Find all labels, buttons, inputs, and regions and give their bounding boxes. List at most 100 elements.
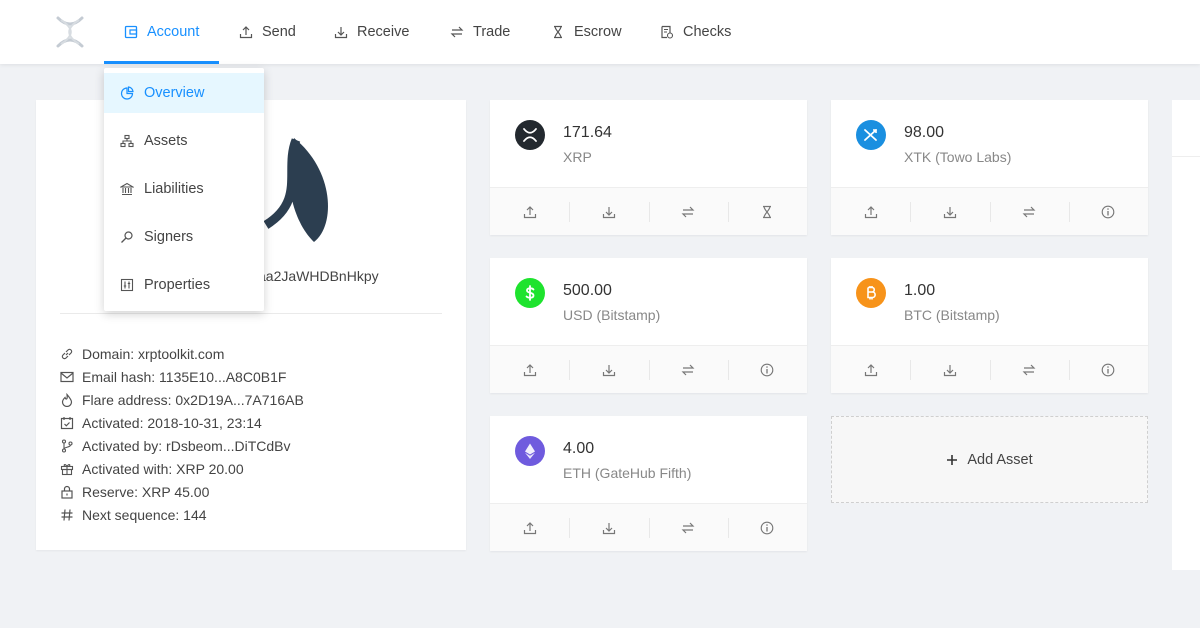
download-icon [943,206,956,218]
asset-amount: 4.00 [563,440,595,457]
receive-button[interactable] [569,504,648,551]
info-icon [1102,205,1115,218]
nav-receive-label: Receive [357,24,410,40]
asset-amount: 98.00 [904,124,945,141]
send-button[interactable] [490,504,569,551]
upload-icon [864,205,877,218]
receive-button[interactable] [910,188,989,235]
trade-button[interactable] [648,504,728,551]
add-asset-label: Add Asset [967,451,1033,468]
nav-checks[interactable]: Checks [660,0,731,64]
download-icon [943,364,956,376]
swap-icon [681,206,695,217]
upload-icon [523,205,536,218]
upload-icon [523,521,536,534]
plus-icon [947,454,958,465]
swap-icon [1022,206,1036,217]
branch-icon [61,438,73,453]
info-domain: Domain: xrptoolkit.com [60,342,304,365]
menu-item-properties-label: Properties [144,277,211,293]
info-email-hash: Email hash: 1135E10...A8C0B1F [60,365,304,388]
info-flare-address: Flare address: 0x2D19A...7A716AB [60,388,304,411]
info-icon [761,521,774,534]
menu-item-assets[interactable]: Assets [104,121,264,161]
asset-card-eth[interactable]: 4.00 ETH (GateHub Fifth) [490,416,807,551]
nav-checks-label: Checks [683,24,732,40]
escrow-button[interactable] [727,188,807,235]
mail-icon [60,371,74,382]
trade-button[interactable] [989,188,1069,235]
nav-trade-label: Trade [473,24,511,40]
asset-card-header: 98.00 XTK (Towo Labs) [831,100,1148,187]
send-button[interactable] [490,346,569,393]
send-button[interactable] [490,188,569,235]
info-icon [761,363,774,376]
receive-button[interactable] [910,346,989,393]
download-icon [602,206,615,218]
info-reserve: Reserve: XRP 45.00 [60,480,304,503]
menu-item-signers-label: Signers [144,229,194,245]
info-activated: Activated: 2018-10-31, 23:14 [60,411,304,434]
menu-item-overview[interactable]: Overview [104,73,264,113]
asset-card-header: 1.00 BTC (Bitstamp) [831,258,1148,345]
lock-icon [61,485,73,499]
info-reserve-text: Reserve: XRP 45.00 [82,483,210,500]
nav-account[interactable]: Account [124,0,199,64]
asset-card-usd[interactable]: 500.00 USD (Bitstamp) [490,258,807,393]
info-activated-text: Activated: 2018-10-31, 23:14 [82,414,262,431]
nav-send[interactable]: Send [239,0,296,64]
info-button[interactable] [727,346,807,393]
send-button[interactable] [831,188,910,235]
asset-amount: 171.64 [563,124,612,141]
swap-icon [450,26,464,38]
menu-item-assets-label: Assets [144,133,188,149]
info-email-hash-text: Email hash: 1135E10...A8C0B1F [82,368,287,385]
info-icon [1102,363,1115,376]
asset-card-header: 4.00 ETH (GateHub Fifth) [490,416,807,503]
trade-button[interactable] [989,346,1069,393]
upload-icon [523,363,536,376]
download-icon [334,27,348,39]
gift-icon [60,463,74,475]
top-navigation: Account Send Receive Trade Escrow Checks [0,0,1200,64]
asset-name: ETH (GateHub Fifth) [563,465,692,481]
asset-name: BTC (Bitstamp) [904,307,1000,323]
nav-escrow[interactable]: Escrow [551,0,622,64]
side-panel-divider [1172,156,1200,157]
receive-button[interactable] [569,188,648,235]
asset-card-xtk[interactable]: 98.00 XTK (Towo Labs) [831,100,1148,235]
add-asset-button[interactable]: Add Asset [831,416,1148,503]
usd-coin-icon [515,278,545,308]
send-button[interactable] [831,346,910,393]
swap-icon [681,364,695,375]
account-address: aa2JaWHDBnHkpy [258,268,379,284]
hourglass-icon [763,205,772,218]
menu-item-signers[interactable]: Signers [104,217,264,257]
info-button[interactable] [1068,188,1148,235]
asset-amount: 1.00 [904,282,936,299]
nav-receive[interactable]: Receive [334,0,409,64]
asset-card-xrp[interactable]: 171.64 XRP [490,100,807,235]
btc-coin-icon [856,278,886,308]
menu-item-liabilities-label: Liabilities [144,181,204,197]
info-activated-with-text: Activated with: XRP 20.00 [82,460,244,477]
wallet-icon [124,25,138,39]
asset-name: XRP [563,149,592,165]
trade-button[interactable] [648,346,728,393]
asset-card-btc[interactable]: 1.00 BTC (Bitstamp) [831,258,1148,393]
trade-button[interactable] [648,188,728,235]
xrp-toolkit-logo-icon[interactable] [52,14,88,50]
menu-item-liabilities[interactable]: Liabilities [104,169,264,209]
nav-trade[interactable]: Trade [450,0,510,64]
xrp-coin-icon [515,120,545,150]
check-document-icon [661,25,674,39]
asset-actions [490,187,807,235]
key-icon [121,231,133,243]
receive-button[interactable] [569,346,648,393]
asset-name: USD (Bitstamp) [563,307,661,323]
info-next-sequence: Next sequence: 144 [60,503,304,526]
xtk-coin-icon [856,120,886,150]
info-button[interactable] [1068,346,1148,393]
menu-item-properties[interactable]: Properties [104,265,264,305]
info-button[interactable] [727,504,807,551]
